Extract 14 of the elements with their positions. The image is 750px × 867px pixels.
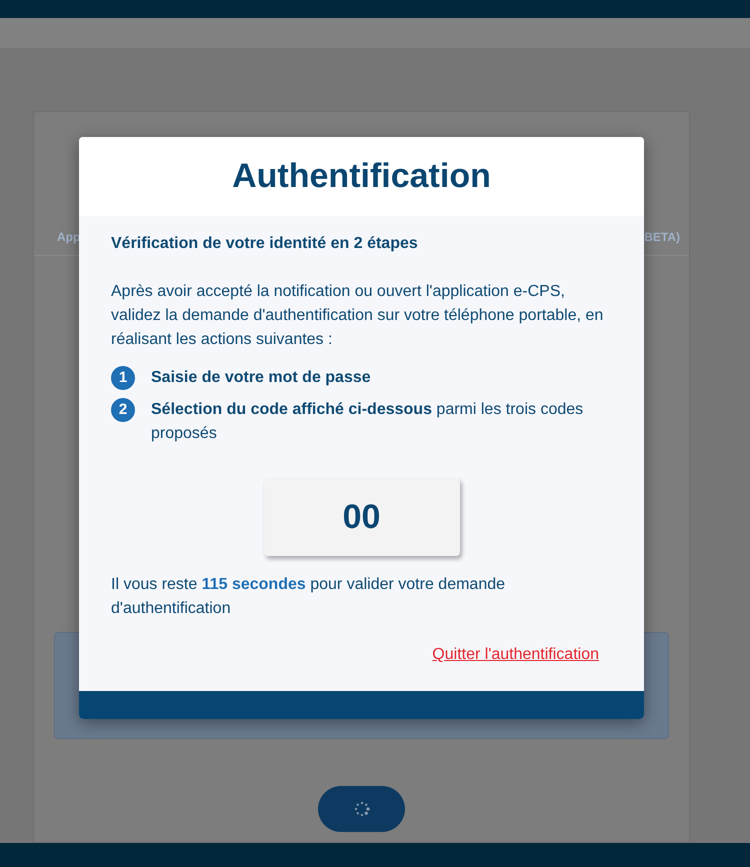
loading-button[interactable] [318, 786, 405, 832]
tab[interactable]: App [57, 228, 80, 246]
step-text: Saisie de votre mot de passe [151, 368, 371, 388]
dialog-title: Authentification [232, 156, 491, 197]
step-number: 1 [111, 366, 135, 390]
timer-text: Il vous reste 115 secondes pour valider votre demande d'authentification [111, 575, 506, 619]
subtitle: Vérification de votre identité en 2 étapes [111, 234, 419, 254]
tab[interactable]: BETA) [644, 228, 680, 246]
intro-text: Après avoir accepté la notification ou ouvert l'application e-CPS, validez la demande d'authentification sur votre téléphone portable, en réalisant les actions suivantes : [111, 282, 604, 350]
code-display: 00 [264, 478, 460, 556]
quit-link[interactable]: Quitter l'authentification [432, 643, 599, 667]
spinner-icon [354, 801, 370, 817]
step-number: 2 [111, 398, 135, 422]
step-text: Sélection du code affiché ci-dessous parmi les trois codes proposés [151, 400, 584, 444]
